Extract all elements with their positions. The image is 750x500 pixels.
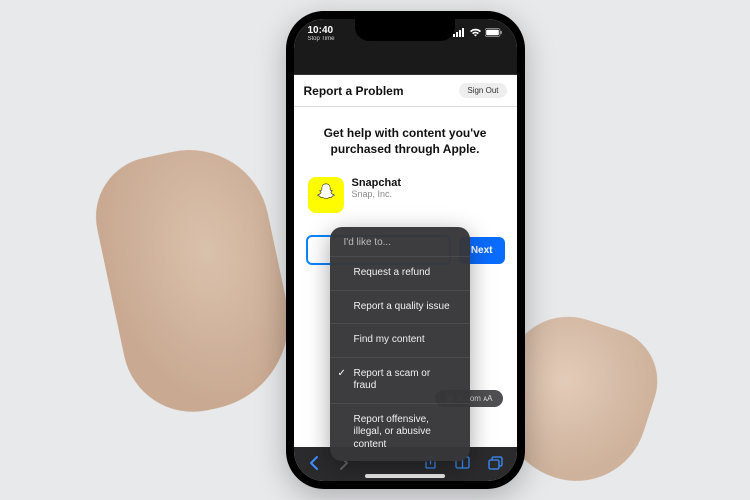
- hero-text: Get help with content you've purchased t…: [306, 125, 505, 173]
- back-icon[interactable]: [308, 456, 320, 473]
- dropdown-item-scam[interactable]: Report a scam or fraud: [330, 358, 470, 404]
- dropdown-header: I'd like to...: [330, 227, 470, 257]
- page-title: Report a Problem: [304, 84, 404, 98]
- phone-frame: 10:40 Stop Time Report a Problem Sign Ou…: [286, 11, 525, 489]
- home-indicator[interactable]: [365, 474, 445, 478]
- status-sub: Stop Time: [308, 36, 335, 42]
- dropdown-item-find[interactable]: Find my content: [330, 324, 470, 358]
- app-name: Snapchat: [352, 177, 402, 189]
- phone-screen: 10:40 Stop Time Report a Problem Sign Ou…: [294, 19, 517, 481]
- wifi-icon: [469, 28, 482, 40]
- reason-dropdown: I'd like to... Request a refund Report a…: [330, 227, 470, 461]
- status-right: [453, 28, 503, 40]
- notch: [355, 19, 455, 41]
- app-publisher: Snap, Inc.: [352, 189, 402, 199]
- ghost-icon: [315, 182, 337, 209]
- apple-nav: [294, 49, 517, 75]
- dropdown-item-quality[interactable]: Report a quality issue: [330, 291, 470, 325]
- dropdown-item-abusive[interactable]: Report offensive, illegal, or abusive co…: [330, 404, 470, 462]
- page-content: Get help with content you've purchased t…: [294, 107, 517, 447]
- page-header: Report a Problem Sign Out: [294, 75, 517, 107]
- tabs-icon[interactable]: [488, 456, 503, 473]
- snapchat-app-icon[interactable]: [308, 177, 344, 213]
- battery-icon: [485, 28, 503, 40]
- dropdown-item-refund[interactable]: Request a refund: [330, 257, 470, 291]
- status-time: 10:40: [308, 26, 335, 36]
- sign-out-button[interactable]: Sign Out: [459, 83, 506, 98]
- reader-icon: ᴀA: [483, 394, 492, 403]
- app-row: Snapchat Snap, Inc.: [306, 173, 505, 227]
- hand-left: [85, 135, 305, 425]
